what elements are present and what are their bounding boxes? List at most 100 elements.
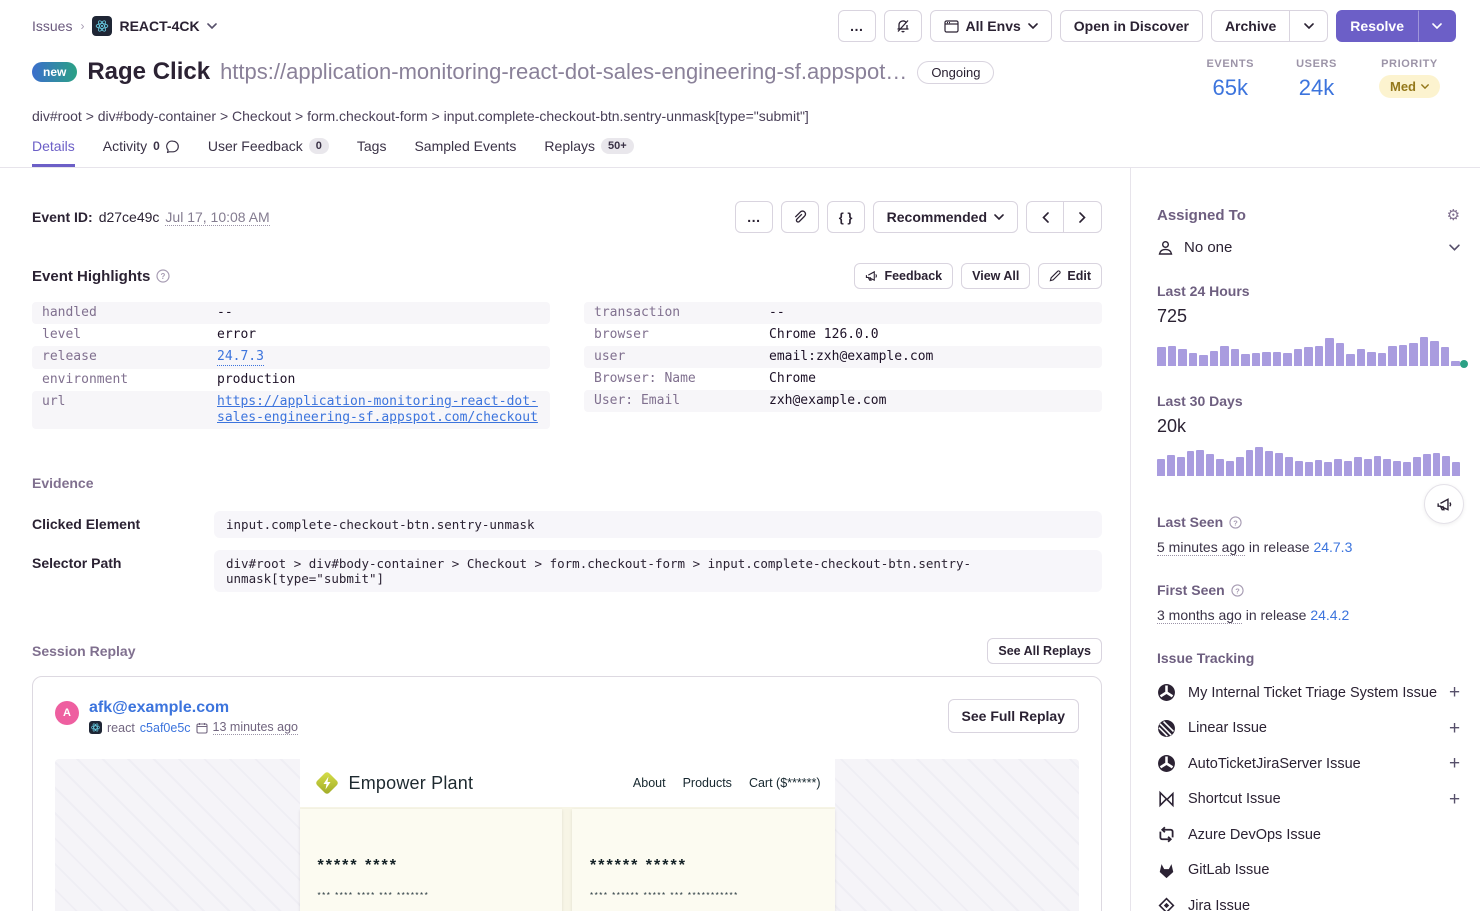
copy-link-button[interactable] (781, 201, 819, 233)
last-30-days-chart[interactable] (1157, 446, 1460, 476)
issue-tracking-row[interactable]: Shortcut Issue+ (1157, 782, 1460, 818)
priority-selector[interactable]: Med (1379, 75, 1440, 98)
events-label: EVENTS (1206, 58, 1254, 70)
feedback-fab-button[interactable] (1424, 484, 1464, 524)
issue-tracking-label: AutoTicketJiraServer Issue (1188, 756, 1437, 772)
view-json-button[interactable]: { } (827, 201, 865, 233)
pencil-icon (1049, 270, 1061, 282)
highlight-row: transaction-- (584, 302, 1102, 324)
main-column: Event ID: d27ce49c Jul 17, 10:08 AM … { … (0, 168, 1131, 911)
resolve-dropdown-button[interactable] (1418, 10, 1456, 42)
replay-user-link[interactable]: afk@example.com (89, 699, 298, 717)
chart-bar (1294, 349, 1303, 366)
react-project-icon (92, 16, 112, 36)
view-all-button[interactable]: View All (961, 263, 1030, 289)
tab-tags[interactable]: Tags (357, 138, 387, 167)
issue-tracking-section: Issue Tracking My Internal Ticket Triage… (1157, 650, 1460, 911)
help-icon[interactable]: ? (1231, 584, 1244, 597)
next-event-button[interactable] (1064, 201, 1102, 233)
archive-dropdown-button[interactable] (1290, 10, 1328, 42)
events-count-link[interactable]: 65k (1213, 75, 1248, 101)
add-issue-button[interactable]: + (1449, 683, 1460, 702)
last-seen-ago[interactable]: 5 minutes ago (1157, 539, 1245, 556)
event-timestamp[interactable]: Jul 17, 10:08 AM (165, 209, 269, 226)
see-full-replay-button[interactable]: See Full Replay (948, 699, 1079, 733)
tab-user-feedback[interactable]: User Feedback0 (208, 138, 329, 167)
replay-project-name: react (107, 721, 135, 735)
environment-filter-label: All Envs (966, 18, 1021, 34)
add-issue-button[interactable]: + (1449, 719, 1460, 738)
breadcrumb-issues-link[interactable]: Issues (32, 18, 72, 34)
last-24-hours-chart[interactable] (1157, 336, 1460, 366)
tab-sampled-events[interactable]: Sampled Events (414, 138, 516, 167)
issue-tracking-row[interactable]: Jira Issue (1157, 888, 1460, 911)
help-icon[interactable]: ? (1229, 516, 1242, 529)
chart-bar (1167, 455, 1175, 476)
highlight-value: Chrome 126.0.0 (769, 327, 879, 343)
replay-site-nav-item: Products (683, 776, 732, 790)
replay-id-link[interactable]: c5af0e5c (140, 721, 191, 735)
issue-tracking-list: My Internal Ticket Triage System Issue+L… (1157, 675, 1460, 911)
chart-bar (1241, 354, 1250, 366)
chart-bar (1442, 456, 1450, 476)
event-more-button[interactable]: … (735, 201, 773, 233)
issue-tracking-row[interactable]: My Internal Ticket Triage System Issue+ (1157, 675, 1460, 711)
project-selector[interactable]: REACT-4CK (92, 16, 216, 36)
gear-icon[interactable]: ⚙ (1447, 208, 1460, 223)
issue-tracking-row[interactable]: GitLab Issue (1157, 853, 1460, 889)
feedback-button[interactable]: Feedback (854, 263, 953, 289)
add-issue-button[interactable]: + (1449, 754, 1460, 773)
chart-bar (1196, 450, 1204, 476)
issue-tracking-row[interactable]: Azure DevOps Issue (1157, 817, 1460, 853)
chart-bar (1393, 461, 1401, 476)
assignee-selector[interactable]: No one (1157, 239, 1460, 256)
chart-bar (1413, 457, 1421, 476)
edit-button[interactable]: Edit (1038, 263, 1102, 289)
highlight-value[interactable]: 24.7.3 (217, 349, 264, 366)
add-issue-button[interactable]: + (1449, 790, 1460, 809)
first-seen-release-link[interactable]: 24.4.2 (1310, 607, 1349, 623)
event-view-select[interactable]: Recommended (873, 201, 1018, 233)
archive-button[interactable]: Archive (1211, 10, 1290, 42)
mute-button[interactable] (884, 10, 922, 42)
replay-viewport[interactable]: Empower Plant AboutProductsCart ($******… (55, 759, 1079, 911)
chart-bar (1441, 347, 1450, 366)
highlight-value[interactable]: https://application-monitoring-react-dot… (217, 394, 540, 426)
issue-tracking-row[interactable]: Linear Issue+ (1157, 711, 1460, 747)
top-bar: Issues › REACT-4CK … All Envs Open in Di… (0, 0, 1480, 42)
paperclip-icon (792, 210, 807, 225)
see-all-replays-button[interactable]: See All Replays (987, 638, 1102, 664)
chart-bar (1315, 460, 1323, 476)
tab-count-badge: 0 (309, 138, 329, 154)
toolbar: … All Envs Open in Discover Archive Reso… (838, 10, 1456, 42)
open-in-discover-button[interactable]: Open in Discover (1060, 10, 1203, 42)
event-id-value: d27ce49c (99, 209, 160, 225)
replay-meta: react c5af0e5c 13 minutes ago (89, 720, 298, 735)
last-seen-release-link[interactable]: 24.7.3 (1313, 539, 1352, 555)
help-icon[interactable]: ? (156, 269, 170, 283)
chart-bar (1452, 462, 1460, 476)
first-seen-ago[interactable]: 3 months ago (1157, 607, 1242, 624)
bell-slash-icon (895, 18, 911, 34)
highlight-row: environmentproduction (32, 369, 550, 391)
users-stat: USERS 24k (1296, 58, 1337, 101)
replay-product-desc: *** **** **** *** ******* (318, 891, 545, 900)
more-options-button[interactable]: … (838, 10, 876, 42)
environment-filter-button[interactable]: All Envs (930, 10, 1052, 42)
tab-details[interactable]: Details (32, 138, 75, 167)
session-replay-title: Session Replay (32, 643, 136, 659)
previous-event-button[interactable] (1026, 201, 1064, 233)
users-count-link[interactable]: 24k (1299, 75, 1334, 101)
tab-replays[interactable]: Replays50+ (544, 138, 633, 167)
event-id-label: Event ID: (32, 209, 93, 225)
chart-bar (1324, 462, 1332, 476)
chart-bar (1168, 346, 1177, 366)
resolve-button[interactable]: Resolve (1336, 10, 1418, 42)
issue-tracking-row[interactable]: AutoTicketJiraServer Issue + (1157, 746, 1460, 782)
chart-bar (1206, 454, 1214, 476)
chart-bar (1252, 353, 1261, 366)
new-badge: new (32, 62, 77, 82)
events-stat: EVENTS 65k (1206, 58, 1254, 101)
replay-time-ago[interactable]: 13 minutes ago (213, 720, 298, 735)
tab-activity[interactable]: Activity0 (103, 138, 180, 167)
